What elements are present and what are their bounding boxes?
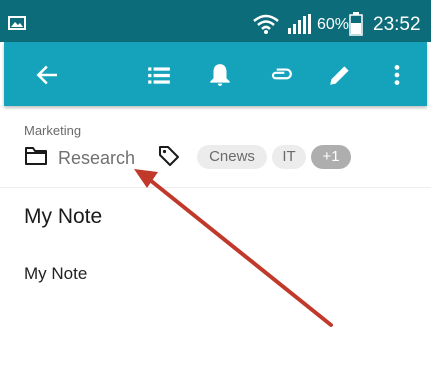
battery-percent: 60%	[317, 16, 350, 33]
wifi-icon	[253, 14, 279, 34]
folder-icon[interactable]	[24, 145, 48, 167]
more-tags-chip[interactable]: +1	[311, 145, 351, 169]
note-title[interactable]: My Note	[24, 205, 102, 229]
signal-icon	[288, 14, 311, 34]
attachment-icon[interactable]	[267, 62, 293, 88]
app-toolbar	[4, 42, 427, 106]
divider	[0, 187, 431, 188]
bell-icon[interactable]	[207, 62, 233, 88]
clock-time: 23:52	[373, 14, 421, 35]
status-bar: 60% 23:52	[0, 0, 431, 42]
tag-chip[interactable]: IT	[272, 145, 306, 169]
edit-icon[interactable]	[327, 62, 353, 88]
notebook-label[interactable]: Marketing	[24, 123, 81, 138]
tag-chip[interactable]: Cnews	[197, 145, 267, 169]
folder-name[interactable]: Research	[58, 148, 135, 169]
more-vert-icon[interactable]	[384, 62, 410, 88]
battery-icon	[349, 12, 363, 36]
gallery-icon	[8, 16, 26, 30]
back-arrow-icon[interactable]	[34, 62, 60, 88]
note-body[interactable]: My Note	[24, 264, 87, 284]
tag-icon[interactable]	[157, 144, 181, 168]
list-icon[interactable]	[146, 62, 172, 88]
